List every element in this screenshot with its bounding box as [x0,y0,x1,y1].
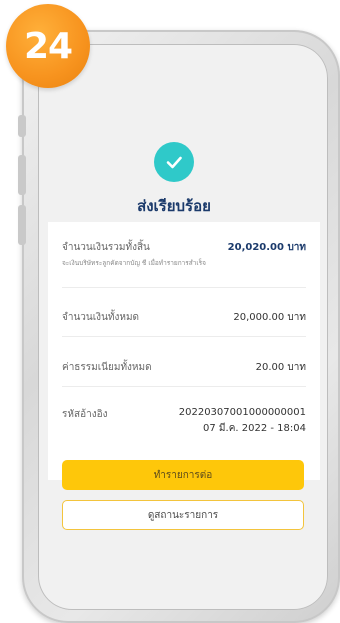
fee-value: 20.00 บาท [255,362,306,373]
phone-volume-down-button [18,205,26,245]
phone-volume-up-button [18,155,26,195]
amount-row: จำนวนเงินทั้งหมด 20,000.00 บาท [62,310,306,325]
success-check-icon [154,142,194,182]
view-status-button[interactable]: ดูสถานะรายการ [62,500,304,530]
phone-screen: ส่งเรียบร้อย จำนวนเงินรวมทั้งสิ้น จะเงิน… [38,44,328,610]
total-amount-note: จะเงินบริษัทระลูกคัดจากบัญ ชี เมื่อทำราย… [62,259,206,267]
reference-value: 20220307001000000001 07 มี.ค. 2022 - 18:… [179,407,306,436]
total-amount-value: 20,020.00 บาท [227,242,306,253]
reference-row: รหัสอ้างอิง 20220307001000000001 07 มี.ค… [62,407,306,434]
total-amount-row: จำนวนเงินรวมทั้งสิ้น จะเงินบริษัทระลูกคั… [62,240,306,280]
divider [62,287,306,288]
fee-row: ค่าธรรมเนียมทั้งหมด 20.00 บาท [62,360,306,375]
transaction-summary-card: จำนวนเงินรวมทั้งสิ้น จะเงินบริษัทระลูกคั… [48,222,320,480]
amount-value: 20,000.00 บาท [233,312,306,323]
phone-side-button [18,115,26,137]
step-number-badge: 24 [6,4,90,88]
continue-button[interactable]: ทำรายการต่อ [62,460,304,490]
divider [62,336,306,337]
divider [62,386,306,387]
reference-code: 20220307001000000001 [178,407,306,418]
reference-datetime: 07 มี.ค. 2022 - 18:04 [203,423,306,434]
success-title: ส่งเรียบร้อย [137,197,211,215]
